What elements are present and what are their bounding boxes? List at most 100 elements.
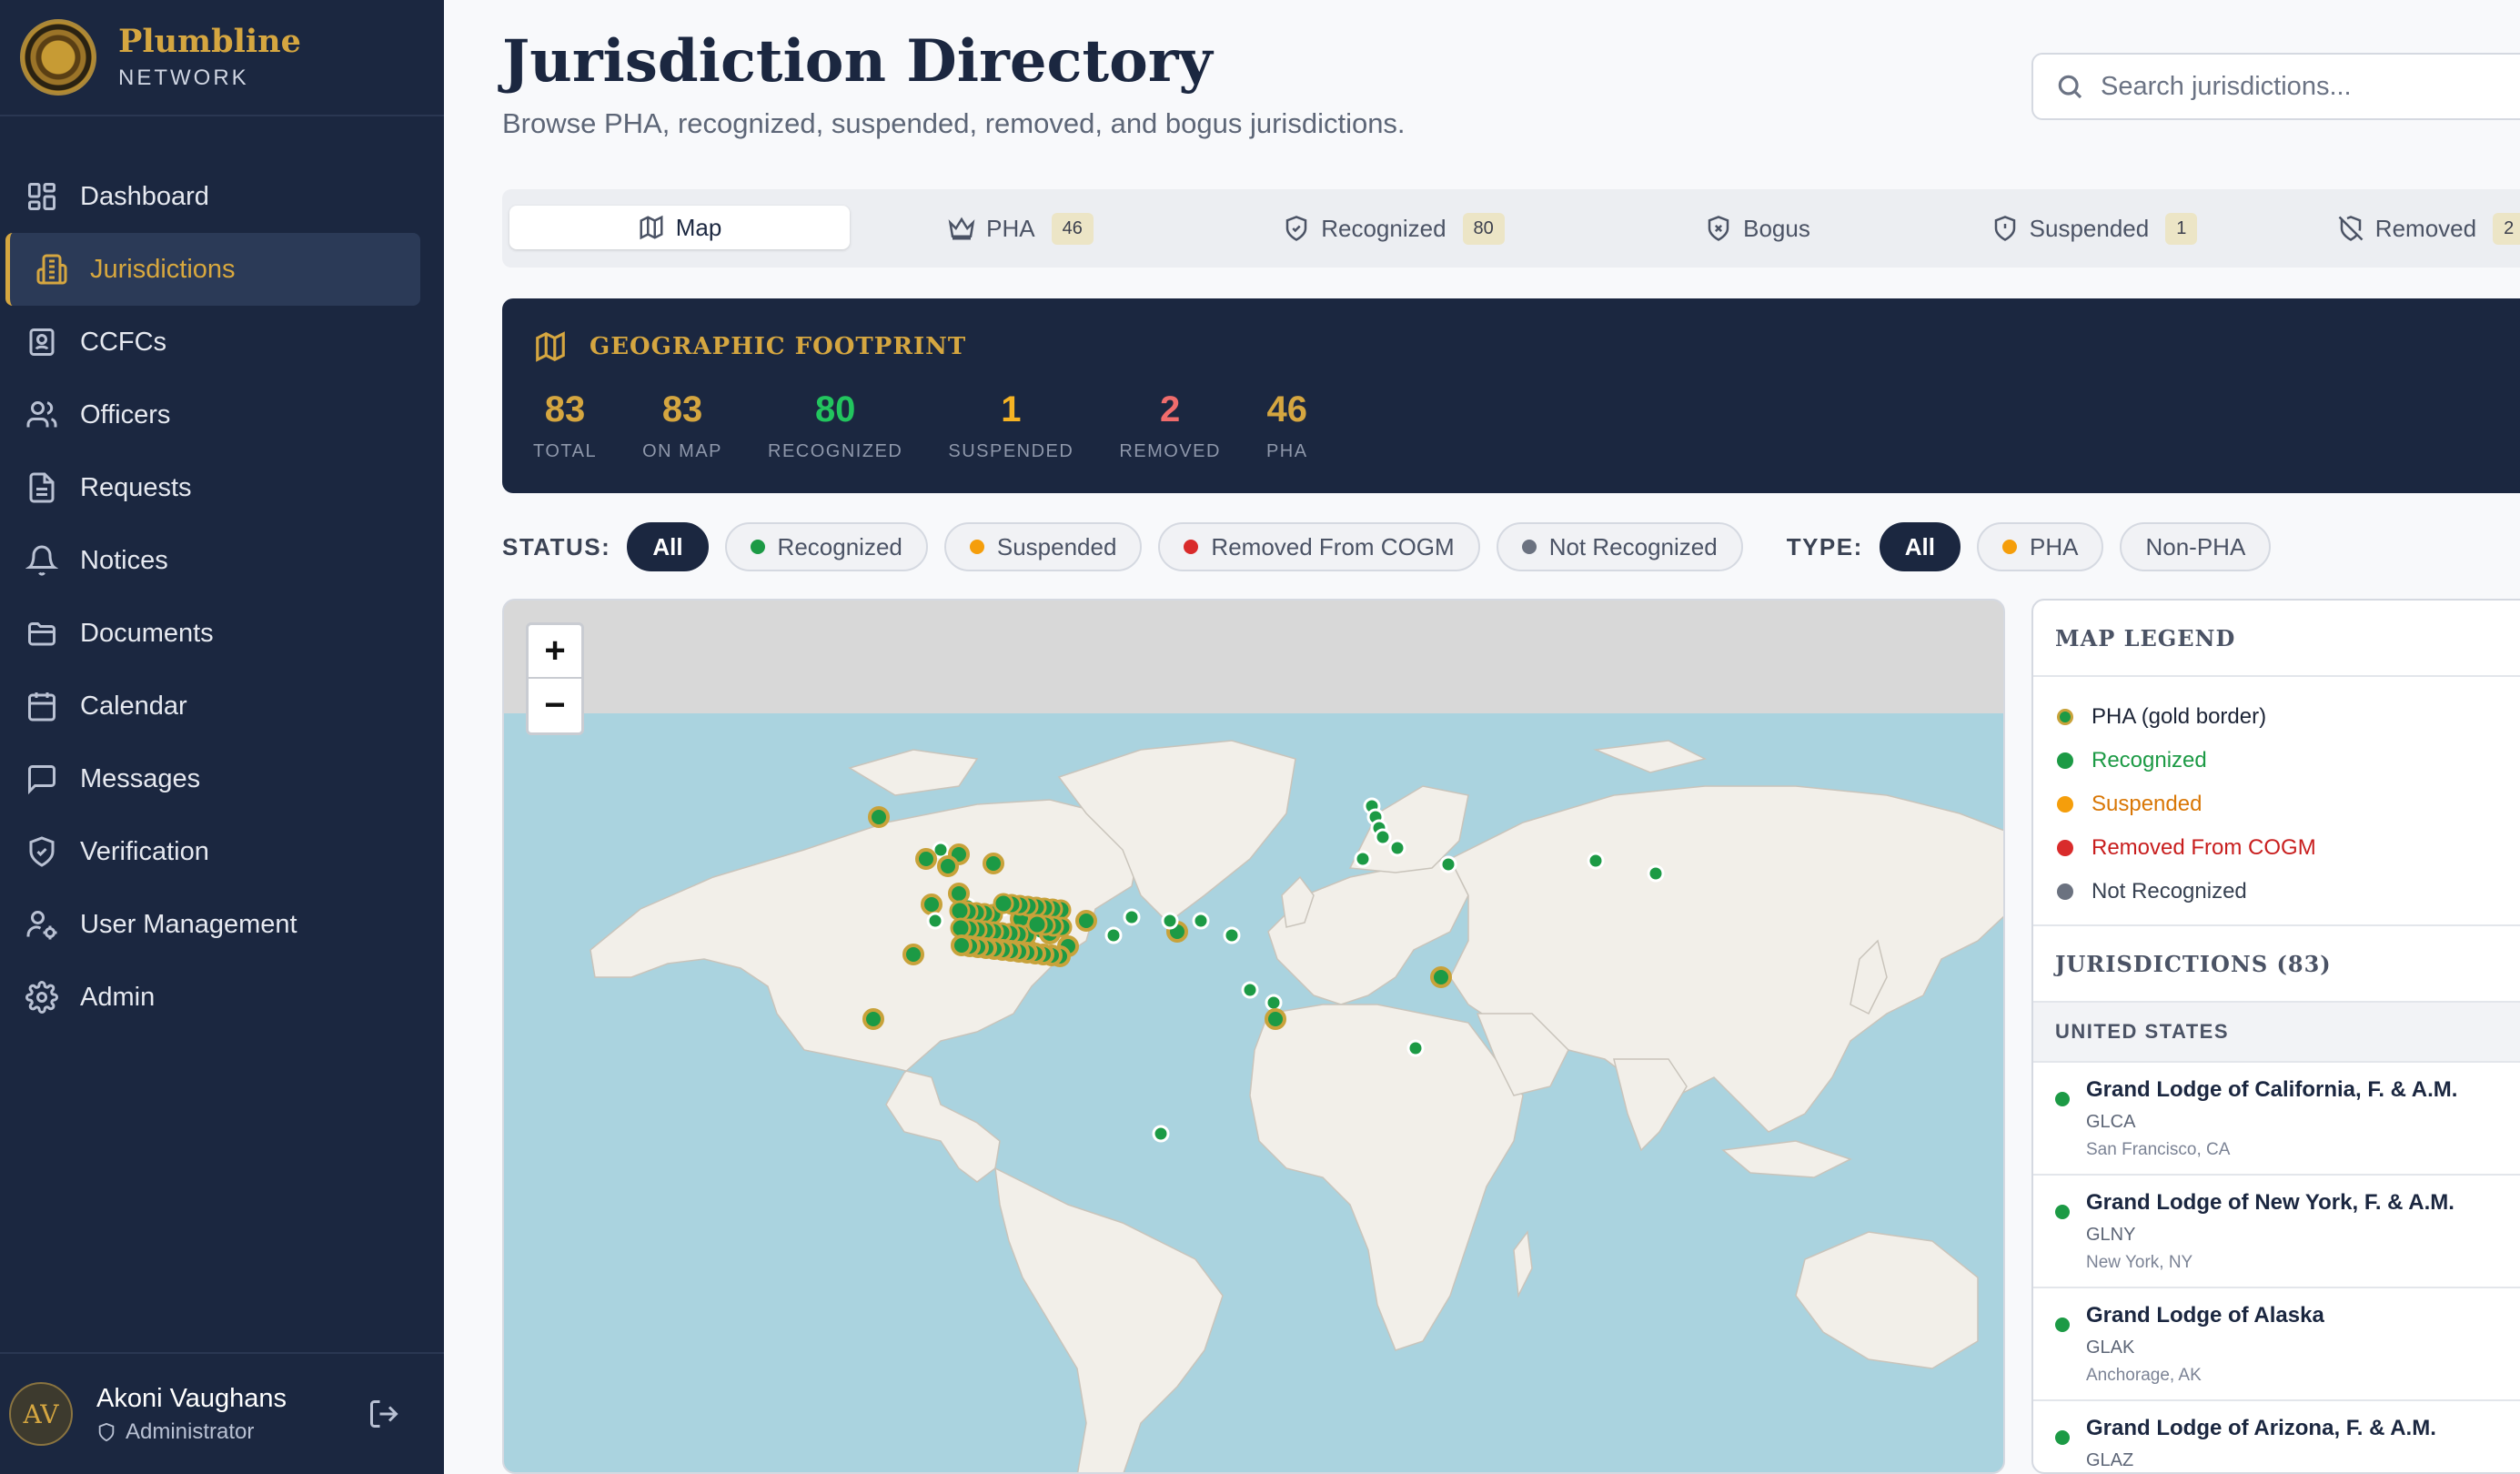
map-marker[interactable] [1647, 864, 1665, 883]
status-filter-removed[interactable]: Removed From COGM [1158, 522, 1480, 571]
map-marker[interactable] [948, 883, 970, 904]
tab-bogus[interactable]: Bogus [1621, 189, 1894, 268]
user-profile[interactable]: AV Akoni Vaughans Administrator [0, 1352, 444, 1474]
list-item[interactable]: Grand Lodge of Alaska GLAK Anchorage, AK [2033, 1288, 2520, 1401]
map-marker[interactable] [949, 900, 971, 922]
world-map[interactable]: + − [502, 599, 2005, 1474]
legend-title: MAP LEGEND [2033, 601, 2520, 677]
zoom-control: + − [526, 622, 584, 735]
map-marker[interactable] [1265, 994, 1283, 1012]
sidebar-item-admin[interactable]: Admin [0, 961, 444, 1034]
sidebar-item-messages[interactable]: Messages [0, 742, 444, 815]
sidebar-item-dashboard[interactable]: Dashboard [0, 160, 444, 233]
map-marker[interactable] [950, 917, 972, 939]
type-filter-non-pha[interactable]: Non-PHA [2120, 522, 2272, 571]
jurisdictions-title: JURISDICTIONS (83) [2033, 926, 2520, 1003]
map-marker[interactable] [868, 806, 890, 828]
map-marker[interactable] [1430, 966, 1452, 988]
sidebar-item-jurisdictions[interactable]: Jurisdictions [5, 233, 420, 306]
legend-item-removed: Removed From COGM [2057, 826, 2520, 870]
map-marker[interactable] [1104, 926, 1123, 944]
map-marker[interactable] [993, 893, 1014, 914]
list-item[interactable]: Grand Lodge of Arizona, F. & A.M. GLAZ [2033, 1401, 2520, 1472]
bell-icon [24, 542, 60, 579]
sidebar-item-label: Documents [80, 618, 214, 648]
list-item[interactable]: Grand Lodge of New York, F. & A.M. GLNY … [2033, 1176, 2520, 1288]
map-marker[interactable] [1439, 855, 1457, 873]
map-marker[interactable] [1241, 981, 1259, 999]
search-input[interactable] [2101, 71, 2519, 102]
zoom-out-button[interactable]: − [529, 679, 581, 732]
map-marker[interactable] [1075, 910, 1097, 932]
legend-item-not-recognized: Not Recognized [2057, 870, 2520, 914]
tab-recognized[interactable]: Recognized 80 [1212, 189, 1576, 268]
map-marker[interactable] [1374, 828, 1392, 846]
map-marker[interactable] [1406, 1039, 1425, 1057]
map-marker[interactable] [951, 934, 973, 956]
folder-icon [24, 615, 60, 651]
list-item[interactable]: Grand Lodge of California, F. & A.M. GLC… [2033, 1063, 2520, 1176]
page-title: Jurisdiction Directory [502, 27, 1213, 96]
map-marker[interactable] [921, 893, 942, 915]
map-marker[interactable] [1223, 926, 1241, 944]
type-filter-all[interactable]: All [1879, 522, 1961, 571]
tab-suspended[interactable]: Suspended 1 [1940, 189, 2249, 268]
status-filter-not-recognized[interactable]: Not Recognized [1496, 522, 1743, 571]
avatar: AV [9, 1382, 73, 1446]
crown-icon [948, 217, 975, 240]
map-marker[interactable] [1354, 850, 1372, 868]
sidebar-item-user-management[interactable]: User Management [0, 888, 444, 961]
map-marker[interactable] [926, 912, 944, 930]
map-marker[interactable] [1192, 912, 1210, 930]
status-dot [2055, 1092, 2070, 1106]
map-marker[interactable] [983, 853, 1004, 874]
sidebar-item-label: Jurisdictions [90, 254, 236, 284]
sidebar-item-notices[interactable]: Notices [0, 524, 444, 597]
sidebar-item-label: Officers [80, 399, 171, 429]
map-marker[interactable] [915, 848, 937, 870]
map-marker[interactable] [1388, 839, 1406, 857]
tab-pha[interactable]: PHA 46 [884, 189, 1157, 268]
sidebar-item-documents[interactable]: Documents [0, 597, 444, 670]
map-marker[interactable] [1152, 1125, 1170, 1143]
tab-map[interactable]: Map [509, 206, 850, 249]
sidebar-item-label: User Management [80, 909, 297, 939]
map-marker[interactable] [1161, 912, 1179, 930]
status-filter-suspended[interactable]: Suspended [943, 522, 1143, 571]
map-marker[interactable] [1026, 914, 1048, 935]
sidebar-item-calendar[interactable]: Calendar [0, 670, 444, 742]
tab-removed[interactable]: Removed 2 [2276, 189, 2520, 268]
map-marker[interactable] [902, 944, 924, 965]
view-tabs: Map PHA 46 Recognized 80 Bogus Suspended… [502, 189, 2520, 268]
stat-total: 83 TOTAL [533, 389, 598, 461]
zoom-in-button[interactable]: + [529, 625, 581, 679]
sidebar-item-verification[interactable]: Verification [0, 815, 444, 888]
map-marker[interactable] [1123, 908, 1141, 926]
main-content: Jurisdiction Directory Browse PHA, recog… [444, 0, 2520, 1474]
map-legend-panel: MAP LEGEND PHA (gold border) Recognized … [2031, 599, 2520, 1474]
id-card-icon [24, 324, 60, 360]
sidebar-item-officers[interactable]: Officers [0, 379, 444, 451]
stat-removed: 2 REMOVED [1119, 389, 1221, 461]
shield-x-icon [1708, 216, 1729, 241]
status-filter-all[interactable]: All [627, 522, 709, 571]
status-dot [2055, 1318, 2070, 1332]
map-marker[interactable] [937, 855, 959, 877]
stat-on-map: 83 ON MAP [642, 389, 723, 461]
user-name: Akoni Vaughans [96, 1383, 287, 1413]
user-role: Administrator [126, 1418, 255, 1444]
sidebar-item-label: Dashboard [80, 181, 209, 211]
logout-button[interactable] [368, 1398, 400, 1430]
sidebar-item-ccfcs[interactable]: CCFCs [0, 306, 444, 379]
map-marker[interactable] [1587, 852, 1605, 870]
sidebar-item-requests[interactable]: Requests [0, 451, 444, 524]
map-marker[interactable] [862, 1008, 884, 1030]
map-tiles [504, 713, 2003, 1472]
search-box[interactable] [2031, 53, 2520, 120]
status-filter-recognized[interactable]: Recognized [724, 522, 928, 571]
map-marker[interactable] [1265, 1008, 1286, 1030]
sidebar: Plumbline NETWORK Dashboard Jurisdiction… [0, 0, 444, 1474]
country-group-header[interactable]: UNITED STATES 63 ⌄ [2033, 1003, 2520, 1063]
type-filter-pha[interactable]: PHA [1977, 522, 2104, 571]
brand[interactable]: Plumbline NETWORK [0, 0, 444, 116]
